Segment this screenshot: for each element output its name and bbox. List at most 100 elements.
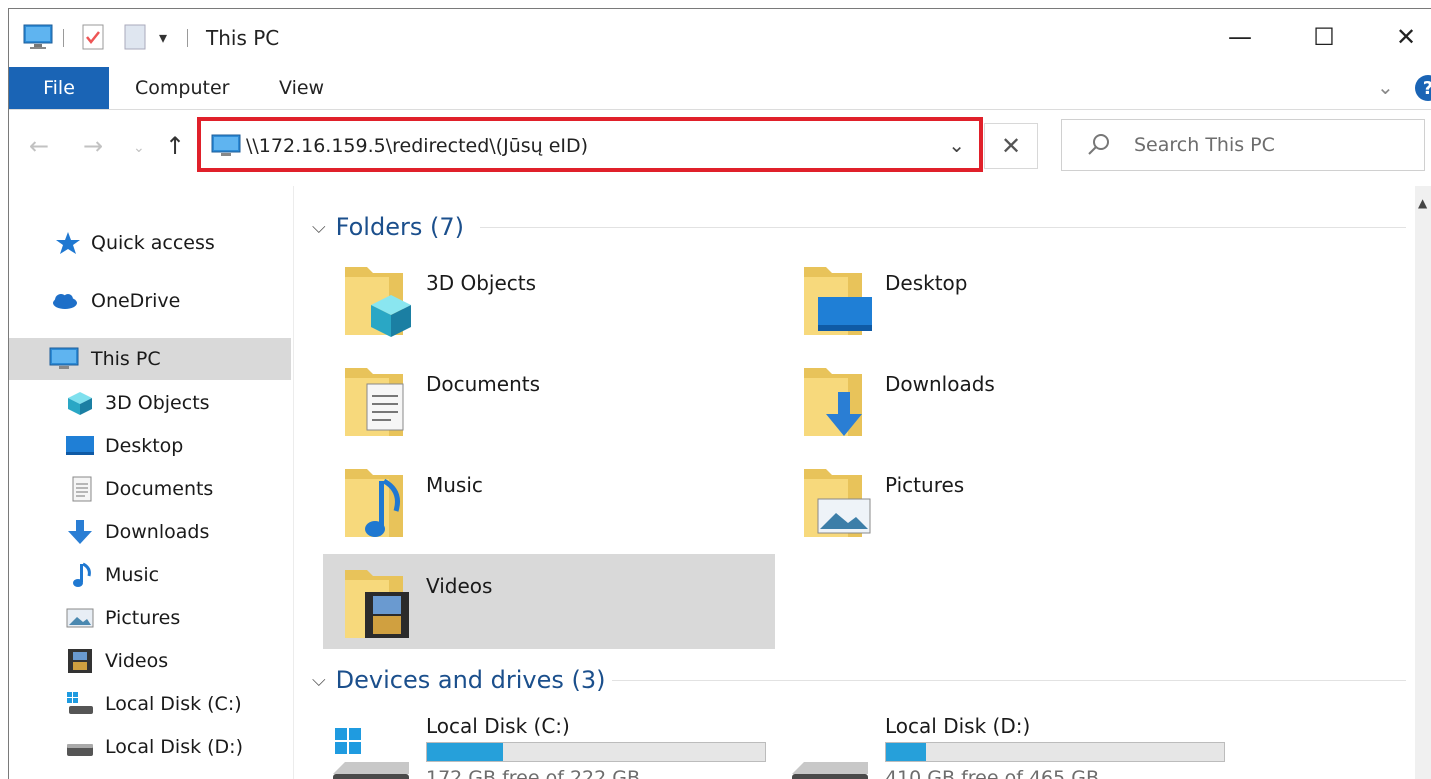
tab-view[interactable]: View	[279, 67, 324, 109]
sidebar-item-label: Downloads	[105, 521, 210, 543]
up-arrow-icon[interactable]: ↑	[165, 132, 185, 160]
vertical-scrollbar[interactable]: ▲	[1415, 186, 1431, 779]
folder-desktop[interactable]: Desktop	[782, 251, 1234, 346]
search-input: Search This PC	[1134, 134, 1275, 156]
drive-free-space: 172 GB free of 222 GB	[426, 767, 641, 779]
ribbon-tabs: File Computer View ⌄ ?	[9, 67, 1431, 110]
close-icon: ✕	[1000, 132, 1022, 160]
drive-local-disk-d[interactable]: Local Disk (D:) 410 GB free of 465 GB	[782, 714, 1225, 779]
back-arrow-icon[interactable]: ←	[29, 132, 49, 160]
search-icon	[1088, 134, 1109, 155]
folder-music[interactable]: Music	[323, 453, 775, 548]
sidebar-item-local-disk-c[interactable]: Local Disk (C:)	[9, 683, 291, 725]
expand-ribbon-chevron-icon[interactable]: ⌄	[1377, 75, 1394, 99]
sidebar-item-quick-access[interactable]: Quick access	[9, 222, 291, 264]
folder-label: Videos	[426, 574, 493, 598]
folder-label: Pictures	[885, 473, 965, 497]
search-box[interactable]: Search This PC	[1061, 119, 1425, 171]
cloud-icon	[53, 294, 77, 309]
file-explorer-window: ▾ This PC — ☐ ✕ File Computer View ⌄ ? ←…	[8, 8, 1431, 779]
drive-name: Local Disk (C:)	[426, 714, 570, 738]
forward-arrow-icon[interactable]: →	[83, 132, 103, 160]
sidebar-item-local-disk-d[interactable]: Local Disk (D:)	[9, 726, 291, 768]
sidebar-item-label: Local Disk (C:)	[105, 693, 242, 715]
drive-free-space: 410 GB free of 465 GB	[885, 767, 1100, 779]
minimize-icon: —	[1228, 23, 1252, 51]
sidebar-item-onedrive[interactable]: OneDrive	[9, 280, 291, 322]
drives-group-header[interactable]: ⌵ Devices and drives (3)	[312, 663, 606, 697]
folder-label: Music	[426, 473, 483, 497]
separator	[187, 29, 188, 47]
chevron-down-icon: ⌵	[312, 216, 326, 238]
title-bar: ▾ This PC — ☐ ✕	[9, 9, 1431, 66]
folder-label: Downloads	[885, 372, 995, 396]
windows-drive-icon	[333, 728, 409, 779]
pc-icon	[49, 347, 79, 369]
drive-local-disk-c[interactable]: Local Disk (C:) 172 GB free of 222 GB	[323, 714, 766, 779]
sidebar-item-music[interactable]: Music	[9, 554, 291, 596]
folder-pictures[interactable]: Pictures	[782, 453, 1234, 548]
pc-icon[interactable]	[23, 23, 53, 51]
folder-videos[interactable]: Videos	[323, 554, 775, 649]
clear-address-button[interactable]: ✕	[984, 123, 1038, 169]
folder-label: Documents	[426, 372, 541, 396]
folder-label: Desktop	[885, 271, 968, 295]
drive-usage-fill	[427, 743, 504, 761]
scroll-up-arrow-icon[interactable]: ▲	[1418, 196, 1427, 210]
sidebar-item-label: Videos	[105, 650, 169, 672]
pictures-folder-icon	[804, 469, 871, 537]
customize-dropdown-icon[interactable]: ▾	[159, 23, 167, 51]
folder-documents[interactable]: Documents	[323, 352, 775, 447]
sidebar-item-label: Documents	[105, 478, 214, 500]
sidebar-item-label: OneDrive	[91, 290, 181, 312]
folders-group-header[interactable]: ⌵ Folders (7)	[312, 210, 464, 244]
sidebar-item-videos[interactable]: Videos	[9, 640, 291, 682]
folder-3d-objects[interactable]: 3D Objects	[323, 251, 775, 346]
close-button[interactable]: ✕	[1383, 19, 1429, 55]
videos-folder-icon	[345, 570, 409, 638]
music-folder-icon	[345, 469, 403, 537]
documents-folder-icon	[345, 368, 404, 436]
desktop-folder-icon	[804, 267, 872, 335]
properties-icon[interactable]	[81, 23, 105, 51]
sidebar-item-label: Desktop	[105, 435, 184, 457]
help-icon[interactable]: ?	[1415, 75, 1431, 101]
tab-computer[interactable]: Computer	[135, 67, 229, 109]
drive-icon	[792, 762, 868, 779]
download-arrow-icon	[68, 520, 92, 544]
film-icon	[68, 649, 92, 673]
drive-usage-fill	[886, 743, 926, 761]
drive-name: Local Disk (D:)	[885, 714, 1031, 738]
tab-file[interactable]: File	[9, 67, 109, 109]
divider	[612, 680, 1406, 681]
navigation-pane: Quick access OneDrive This PC 3D Objects…	[9, 186, 294, 779]
desktop-icon	[66, 436, 94, 455]
sidebar-item-pictures[interactable]: Pictures	[9, 597, 291, 639]
minimize-button[interactable]: —	[1217, 19, 1263, 55]
sidebar-item-this-pc[interactable]: This PC	[9, 338, 291, 380]
maximize-icon: ☐	[1313, 23, 1335, 51]
sidebar-item-label: Local Disk (D:)	[105, 736, 243, 758]
address-bar[interactable]: \\172.16.159.5\redirected\(Jūsų eID) ⌄	[197, 117, 983, 172]
group-header-label: Devices and drives (3)	[335, 666, 606, 694]
new-folder-icon[interactable]	[123, 23, 147, 51]
sidebar-item-desktop[interactable]: Desktop	[9, 425, 291, 467]
drive-usage-bar	[885, 742, 1225, 762]
sidebar-item-label: This PC	[91, 348, 161, 370]
group-header-label: Folders (7)	[335, 213, 464, 241]
music-note-icon	[73, 562, 91, 587]
drive-usage-bar	[426, 742, 766, 762]
address-dropdown-chevron-icon[interactable]: ⌄	[948, 133, 965, 157]
folder-downloads[interactable]: Downloads	[782, 352, 1234, 447]
maximize-button[interactable]: ☐	[1301, 19, 1347, 55]
sidebar-item-downloads[interactable]: Downloads	[9, 511, 291, 553]
folder-label: 3D Objects	[426, 271, 537, 295]
recent-locations-chevron-icon[interactable]: ⌄	[133, 140, 145, 156]
sidebar-item-documents[interactable]: Documents	[9, 468, 291, 510]
sidebar-item-3d-objects[interactable]: 3D Objects	[9, 382, 291, 424]
divider	[480, 227, 1406, 228]
close-icon: ✕	[1395, 23, 1417, 51]
address-path: \\172.16.159.5\redirected\(Jūsų eID)	[246, 135, 589, 157]
drive-icon	[67, 744, 93, 756]
navigation-row: ← → ⌄ ↑ \\172.16.159.5\redirected\(Jūsų …	[9, 110, 1431, 186]
